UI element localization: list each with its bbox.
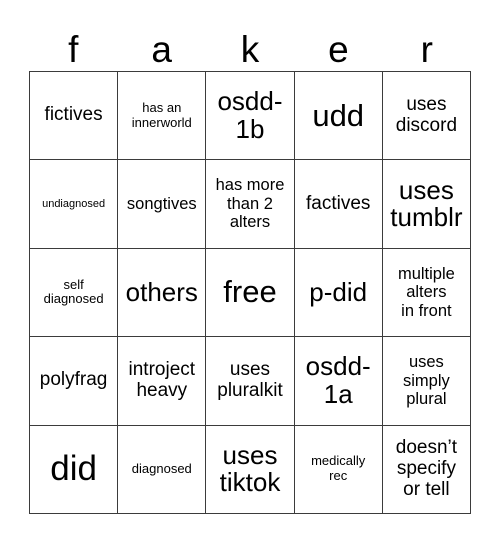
bingo-cell[interactable]: uses discord [382,72,471,161]
bingo-cell[interactable]: self diagnosed [30,248,119,338]
bingo-header: f a k e r [29,18,471,70]
bingo-cell[interactable]: factives [294,160,383,249]
bingo-cell-label: multiple alters in front [397,264,455,320]
bingo-cell-label: self diagnosed [43,276,104,307]
bingo-cell-label: introject heavy [128,359,196,401]
bingo-cell-label: udd [312,97,365,133]
bingo-grid: fictives has an innerworld osdd- 1b udd … [29,71,471,514]
bingo-cell[interactable]: doesn’t specify or tell [382,425,471,514]
header-letter-3: e [328,29,349,70]
bingo-cell-free[interactable]: free [206,248,295,338]
bingo-cell-label: osdd- 1b [217,86,283,144]
bingo-cell-label: uses tiktok [219,439,281,498]
bingo-cell[interactable]: osdd- 1b [206,72,295,161]
bingo-cell-label: uses simply plural [403,353,450,409]
header-letter-1: a [151,29,172,70]
bingo-cell-label: p-did [309,276,368,307]
bingo-cell-label: diagnosed [131,460,192,476]
bingo-cell[interactable]: diagnosed [118,425,207,514]
bingo-cell-label: doesn’t specify or tell [395,436,458,500]
bingo-cell[interactable]: uses pluralkit [206,337,295,426]
bingo-cell-label: medically rec [311,453,366,484]
bingo-cell[interactable]: udd [294,72,383,161]
bingo-cell[interactable]: has an innerworld [118,72,207,161]
bingo-cell[interactable]: uses simply plural [382,337,471,426]
bingo-cell[interactable]: multiple alters in front [382,248,471,338]
bingo-cell[interactable]: polyfrag [30,337,119,426]
bingo-cell[interactable]: undiagnosed [30,160,119,249]
bingo-cell[interactable]: uses tumblr [382,160,471,249]
bingo-cell-label: osdd- 1a [305,351,371,409]
bingo-cell-label: factives [305,192,371,214]
bingo-cell[interactable]: introject heavy [118,337,207,426]
header-letter-0: f [68,29,79,70]
bingo-cell[interactable]: osdd- 1a [294,337,383,426]
bingo-cell[interactable]: others [118,248,207,338]
bingo-cell-label: has more than 2 alters [215,176,285,232]
bingo-cell-label: songtives [126,194,197,213]
bingo-cell-label: others [125,276,198,307]
bingo-cell-label: uses tumblr [390,174,463,233]
bingo-cell[interactable]: has more than 2 alters [206,160,295,249]
bingo-cell-label: fictives [44,104,103,126]
bingo-cell[interactable]: p-did [294,248,383,338]
bingo-cell-label: uses discord [395,93,458,136]
bingo-cell-label: polyfrag [39,369,108,391]
bingo-cell-label: did [50,449,97,489]
bingo-cell-label: free [223,274,277,310]
bingo-cell-label: undiagnosed [42,197,106,210]
bingo-cell[interactable]: medically rec [294,425,383,514]
header-letter-4: r [420,29,433,70]
bingo-cell[interactable]: fictives [30,72,119,161]
bingo-cell[interactable]: songtives [118,160,207,249]
bingo-cell[interactable]: did [30,425,119,514]
bingo-card: f a k e r fictives has an innerworld osd… [0,0,500,544]
bingo-cell-label: has an innerworld [131,99,192,130]
bingo-cell-label: uses pluralkit [217,359,283,401]
bingo-cell[interactable]: uses tiktok [206,425,295,514]
header-letter-2: k [240,29,260,70]
